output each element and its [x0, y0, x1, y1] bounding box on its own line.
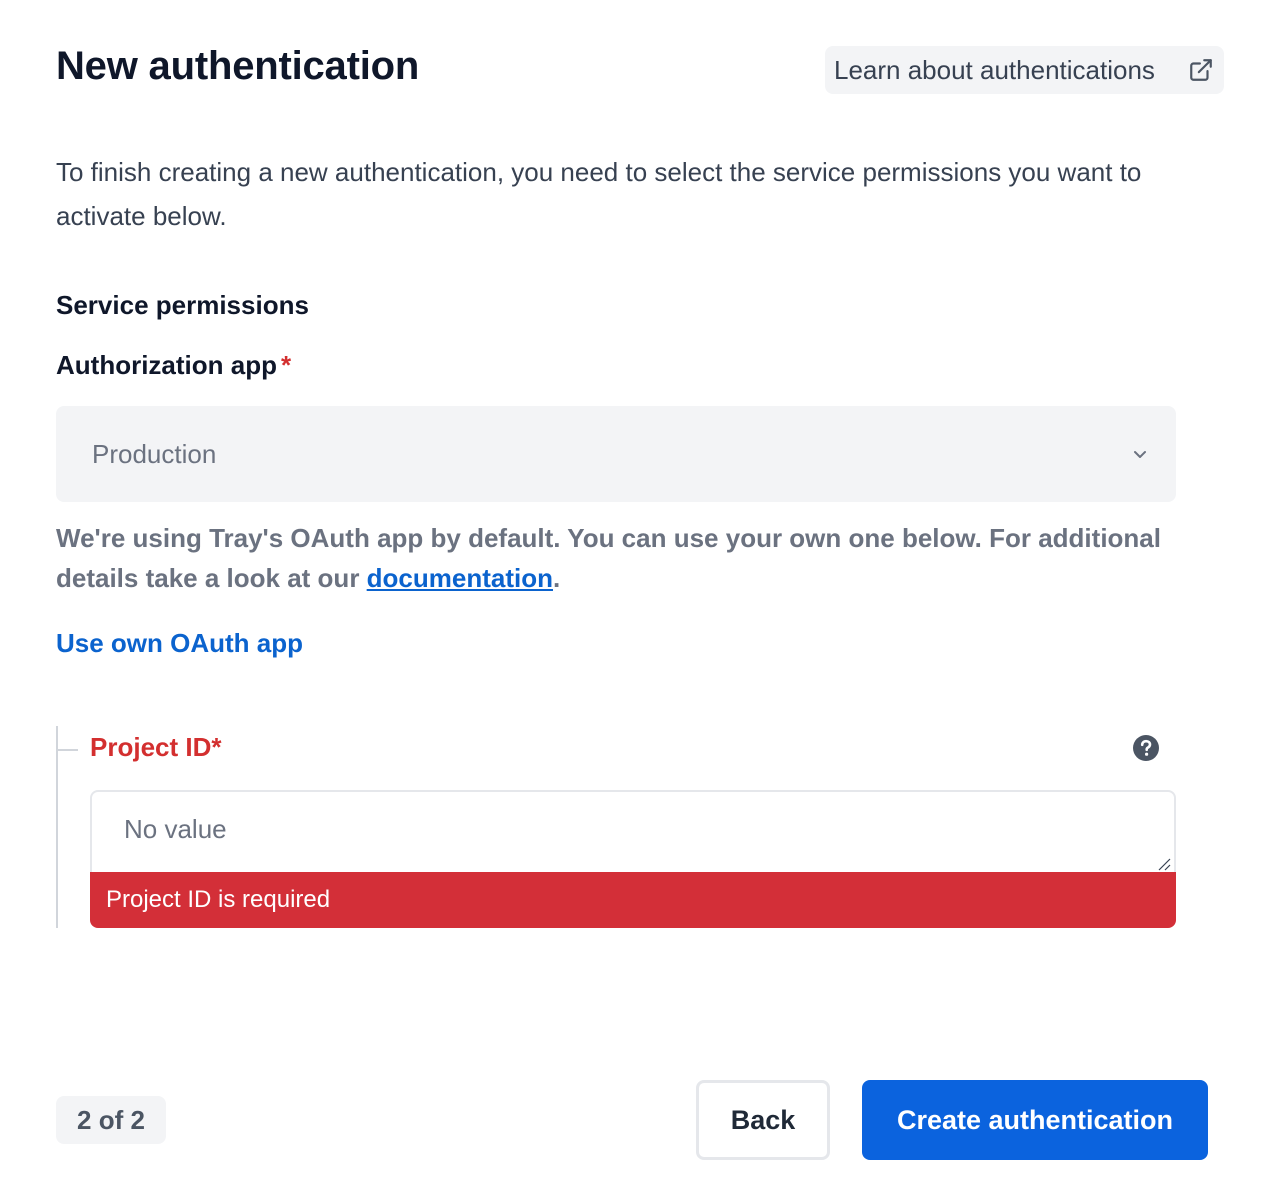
project-id-label: Project ID*	[90, 732, 222, 762]
intro-text: To finish creating a new authentication,…	[56, 157, 1142, 231]
create-authentication-button[interactable]: Create authentication	[862, 1080, 1208, 1160]
oauth-help-text-suffix: .	[553, 563, 561, 593]
required-marker: *	[280, 350, 292, 380]
authorization-app-label-text: Authorization app	[56, 350, 277, 380]
project-id-placeholder: No value	[124, 814, 227, 844]
authorization-app-selected-value: Production	[92, 438, 217, 469]
project-id-input[interactable]: No value	[90, 790, 1176, 874]
back-button[interactable]: Back	[696, 1080, 830, 1160]
external-link-icon	[1190, 59, 1212, 81]
learn-about-authentications-link[interactable]: Learn about authentications	[825, 46, 1224, 94]
question-circle-icon[interactable]	[1132, 734, 1160, 762]
service-permissions-heading: Service permissions	[56, 290, 309, 320]
project-id-error-message: Project ID is required	[90, 872, 1176, 928]
page-title: New authentication	[56, 44, 420, 88]
oauth-help-text-prefix: We're using Tray's OAuth app by default.…	[56, 523, 1161, 593]
use-own-oauth-app-link[interactable]: Use own OAuth app	[56, 628, 303, 659]
authorization-app-select[interactable]: Production	[56, 406, 1176, 502]
oauth-help-text: We're using Tray's OAuth app by default.…	[56, 518, 1176, 598]
learn-link-label: Learn about authentications	[834, 54, 1155, 85]
documentation-link[interactable]: documentation	[367, 563, 553, 593]
nested-field-guide-tick	[58, 749, 78, 751]
chevron-down-icon	[1134, 451, 1146, 458]
step-indicator: 2 of 2	[56, 1096, 166, 1144]
resize-handle-icon[interactable]	[1156, 856, 1172, 872]
authorization-app-label: Authorization app *	[56, 350, 291, 381]
nested-field-guide-line	[56, 726, 58, 928]
